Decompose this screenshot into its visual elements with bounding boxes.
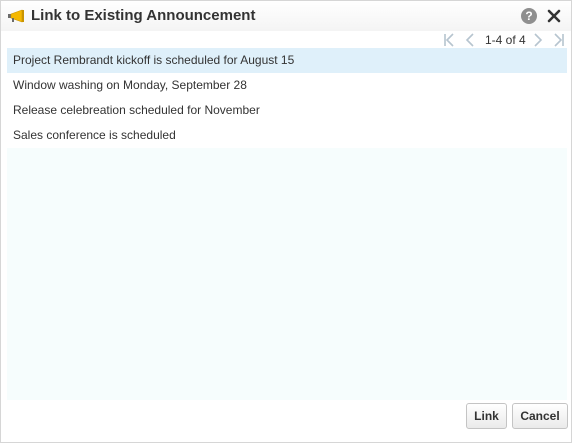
announcement-list: Project Rembrandt kickoff is scheduled f… (7, 48, 567, 400)
link-button[interactable]: Link (466, 403, 507, 429)
cancel-button[interactable]: Cancel (512, 403, 568, 429)
next-page-icon[interactable] (531, 33, 545, 47)
last-page-icon[interactable] (551, 33, 565, 47)
list-item[interactable]: Release celebreation scheduled for Novem… (7, 98, 567, 123)
list-item-label: Project Rembrandt kickoff is scheduled f… (13, 53, 295, 67)
dialog-titlebar: Link to Existing Announcement ? (1, 1, 571, 31)
megaphone-icon (8, 9, 24, 23)
list-item-label: Window washing on Monday, September 28 (13, 78, 247, 92)
list-item[interactable]: Project Rembrandt kickoff is scheduled f… (7, 48, 567, 73)
list-item[interactable]: Sales conference is scheduled (7, 123, 567, 148)
previous-page-icon[interactable] (463, 33, 477, 47)
close-icon[interactable] (545, 7, 563, 25)
help-button[interactable]: ? (521, 8, 537, 24)
first-page-icon[interactable] (443, 33, 457, 47)
list-item-label: Sales conference is scheduled (13, 128, 176, 142)
dialog-title: Link to Existing Announcement (31, 7, 256, 24)
pagination: 1-4 of 4 (441, 32, 567, 48)
page-count: 1-4 of 4 (485, 33, 526, 47)
list-item[interactable]: Window washing on Monday, September 28 (7, 73, 567, 98)
list-item-label: Release celebreation scheduled for Novem… (13, 103, 260, 117)
link-announcement-dialog: Link to Existing Announcement ? 1-4 of 4… (0, 0, 572, 443)
